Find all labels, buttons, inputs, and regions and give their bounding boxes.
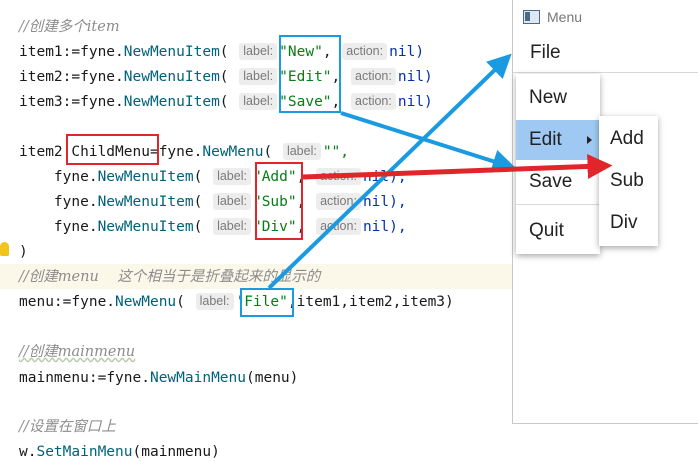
param-hint-label: label: (213, 193, 251, 210)
menu-item-save[interactable]: Save (516, 162, 600, 202)
code-line-item3: item3:=fyne.NewMenuItem( label: "Save", a… (19, 93, 433, 110)
param-hint-action: action: (316, 168, 361, 185)
submenu-arrow-icon (587, 136, 592, 144)
code-line-menu: menu:=fyne.NewMenu( label: 'File",item1,i… (19, 293, 454, 310)
submenu-item-sub[interactable]: Sub (599, 161, 658, 201)
code-line-childmenu: item2.ChildMenu=fyne.NewMenu( label: "", (19, 143, 350, 160)
param-hint-label: label: (239, 43, 278, 60)
param-hint-label: label: (239, 68, 278, 85)
param-hint-action: action: (351, 68, 396, 85)
param-hint-action: action: (316, 193, 361, 210)
code-line-close-paren: ) (19, 244, 28, 260)
param-hint-action: action: (316, 218, 361, 235)
code-line-div: fyne.NewMenuItem( label: "Div", action: ni… (53, 218, 407, 235)
window-titlebar[interactable]: Menu (513, 0, 698, 33)
param-hint-action: action: (342, 43, 388, 60)
menu-item-quit[interactable]: Quit (516, 211, 600, 251)
menu-item-new[interactable]: New (516, 78, 600, 118)
menu-separator (516, 204, 600, 205)
code-line-item1: item1:=fyne.NewMenuItem( label: "New", ac… (19, 43, 425, 60)
code-line-sub: fyne.NewMenuItem( label: "Sub", action: ni… (53, 193, 407, 210)
code-line-add: fyne.NewMenuItem( label: "Add", action: ni… (53, 168, 407, 185)
lightbulb-icon[interactable] (0, 242, 9, 256)
param-hint-label: label: (282, 143, 321, 160)
menu-item-edit[interactable]: Edit (516, 120, 600, 160)
param-hint-label: label: (195, 293, 234, 310)
edit-submenu: Add Sub Div (599, 116, 658, 246)
code-line-setmainmenu: w.SetMainMenu(mainmenu) (19, 444, 220, 460)
code-comment-create-mainmenu: //创建mainmenu (19, 344, 136, 360)
window-app-icon (523, 9, 540, 24)
window-title: Menu (547, 8, 583, 25)
code-line-item2: item2:=fyne.NewMenuItem( label: "Edit", a… (19, 68, 433, 85)
param-hint-label: label: (213, 218, 251, 235)
code-comment-create-items: //创建多个item (19, 19, 120, 35)
code-comment-create-menu: //创建menu 这个相当于是折叠起来的显示的 (19, 269, 321, 285)
param-hint-label: label: (239, 93, 278, 110)
param-hint-label: label: (213, 168, 251, 185)
main-menubar: File (513, 33, 698, 73)
param-hint-action: action: (351, 93, 396, 110)
submenu-item-add[interactable]: Add (599, 119, 658, 159)
submenu-item-div[interactable]: Div (599, 203, 658, 243)
menubar-item-file[interactable]: File (513, 42, 561, 64)
code-line-mainmenu: mainmenu:=fyne.NewMainMenu(menu) (19, 370, 299, 386)
file-menu: New Edit Save Quit (516, 74, 600, 254)
code-comment-set-on-window: //设置在窗口上 (19, 419, 116, 435)
